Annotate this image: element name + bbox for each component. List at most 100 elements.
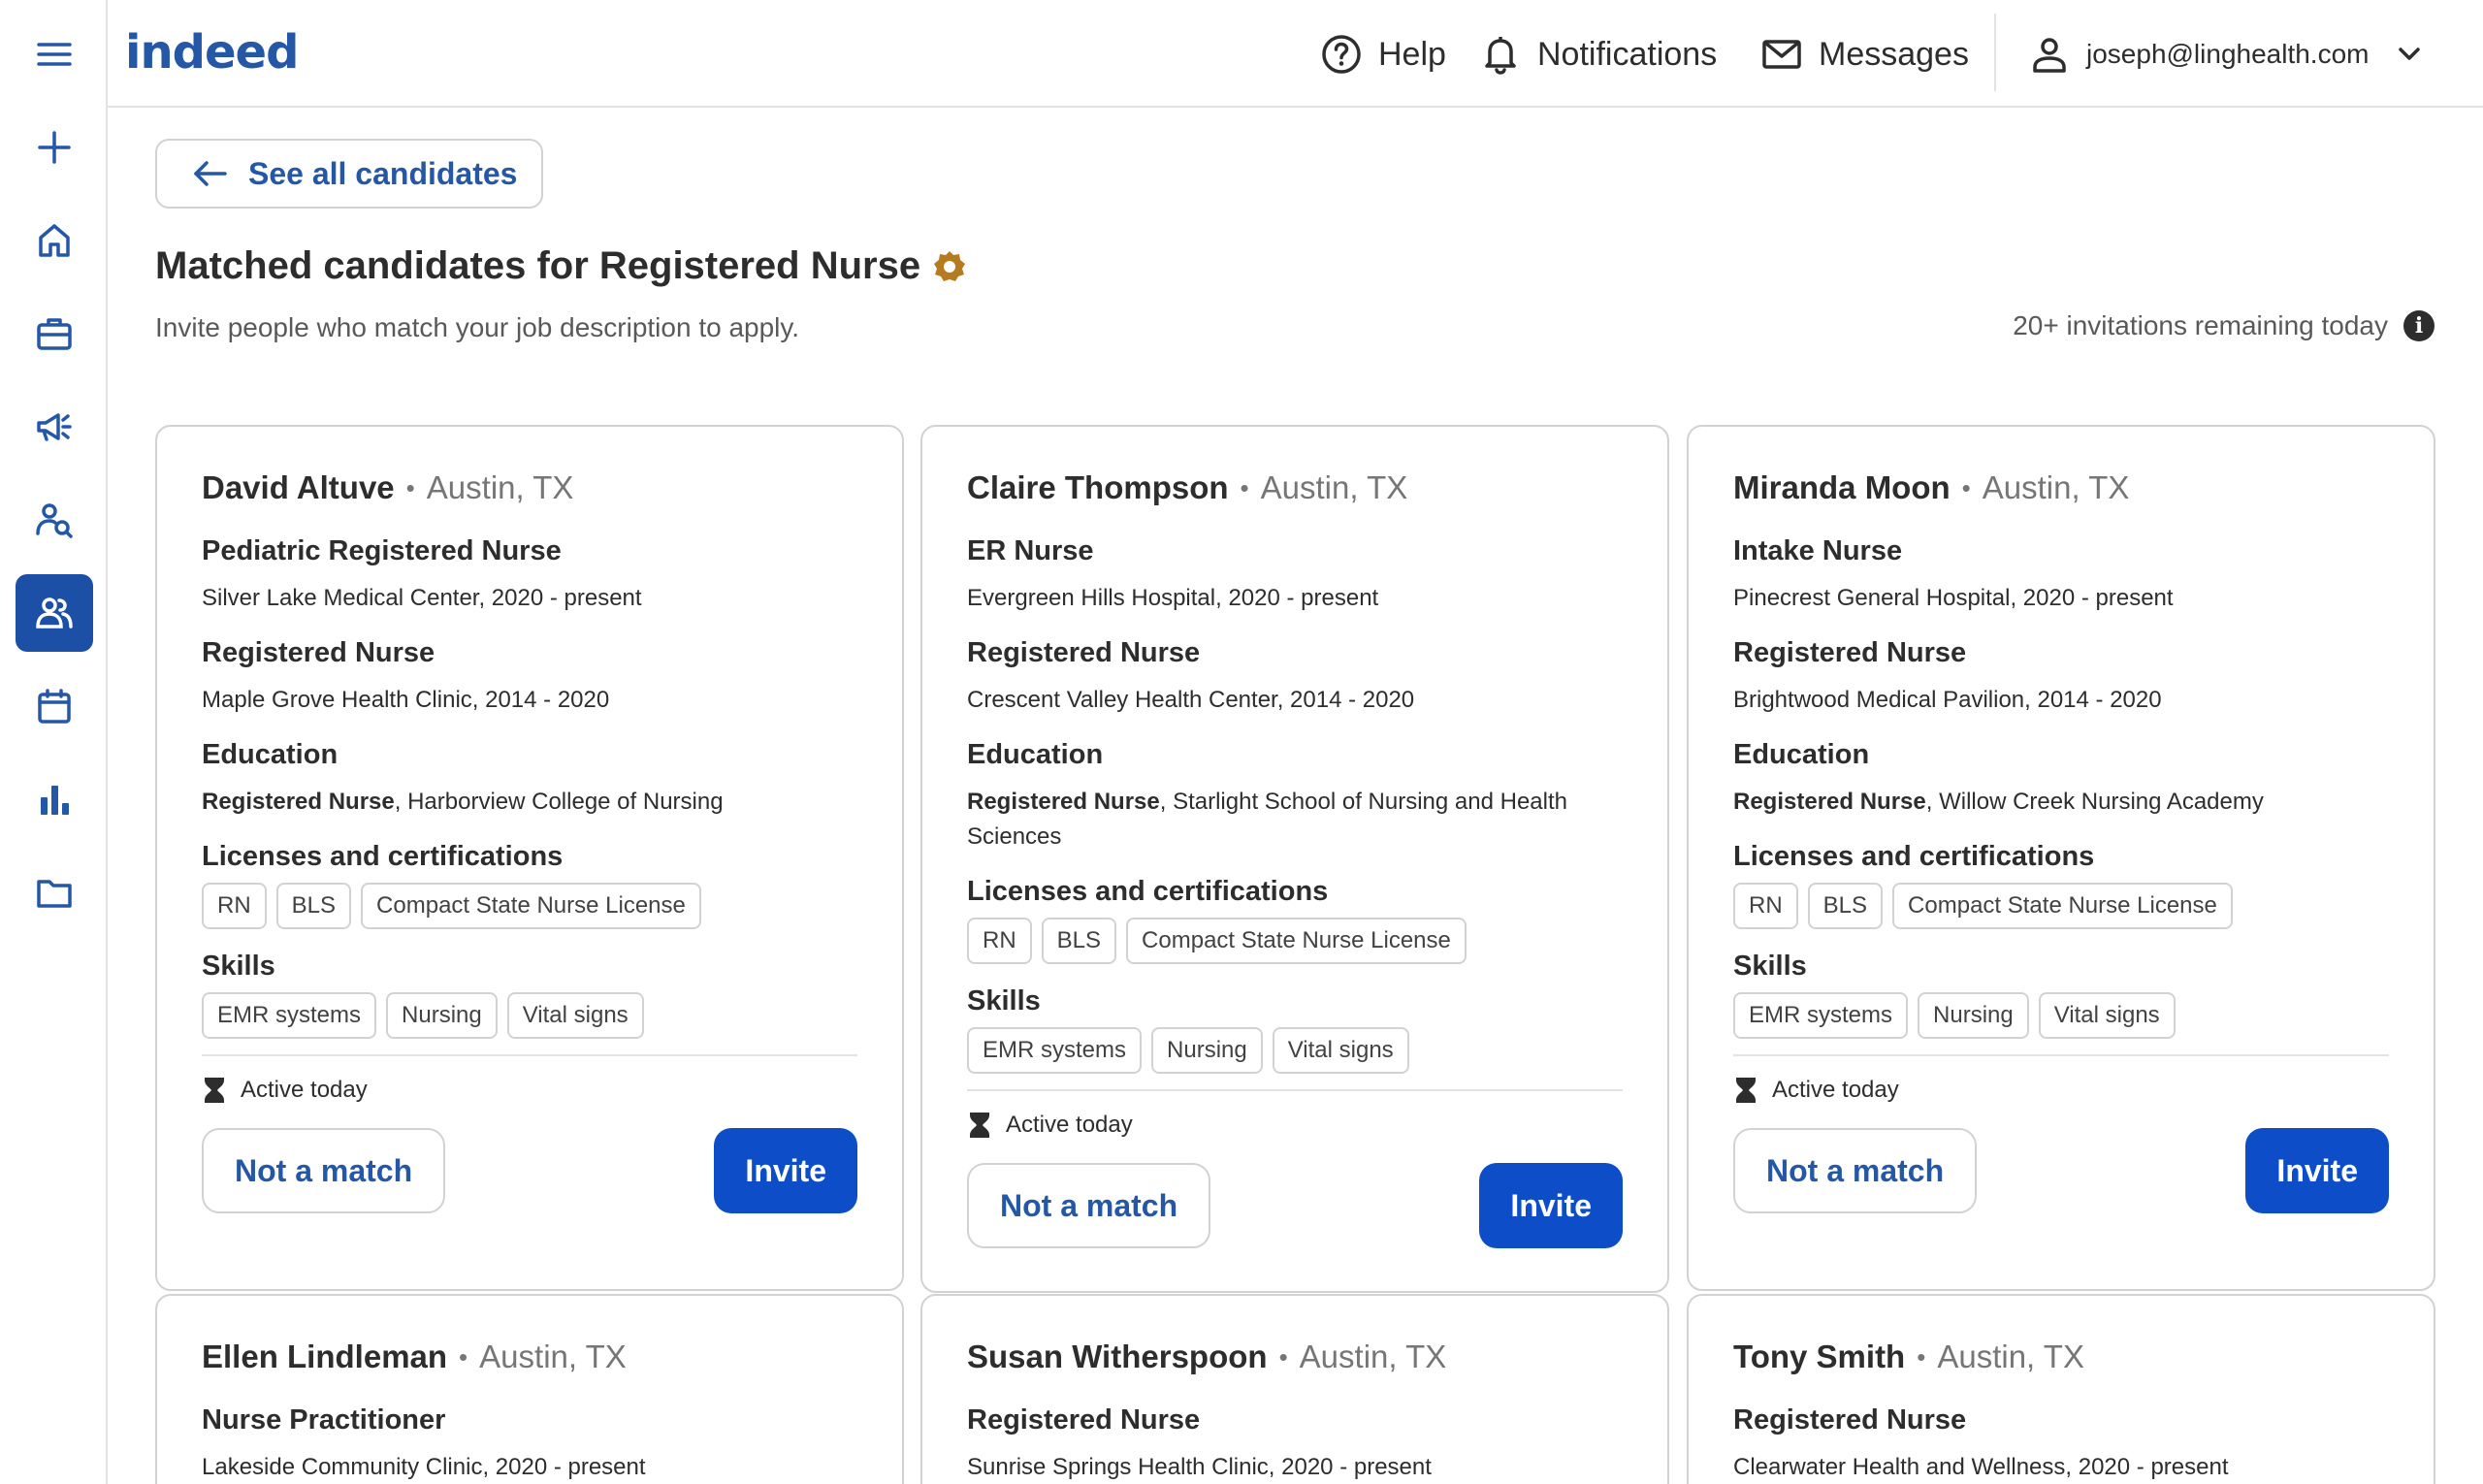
indeed-logo[interactable]: indeed: [125, 25, 299, 80]
licenses-heading: Licenses and certifications: [202, 841, 564, 872]
page-subtitle: Invite people who match your job descrip…: [155, 312, 800, 342]
license-tag: Compact State Nurse License: [1126, 918, 1467, 964]
job-title: Registered Nurse: [1733, 637, 1967, 668]
job-employer: Evergreen Hills Hospital, 2020 - present: [967, 585, 1379, 611]
candidate-location: Austin, TX: [426, 469, 574, 505]
candidate-name[interactable]: Tony Smith: [1733, 1339, 1905, 1375]
page-title: Matched candidates for Registered Nurse: [155, 244, 967, 288]
candidate-name[interactable]: Claire Thompson: [967, 469, 1229, 506]
skills-heading: Skills: [1733, 951, 1807, 982]
mail-icon: [1762, 40, 1801, 69]
help-icon: [1322, 35, 1361, 74]
sidebar-item-jobs[interactable]: [16, 295, 93, 372]
job-employer: Brightwood Medical Pavilion, 2014 - 2020: [1733, 687, 2162, 713]
job-title: Registered Nurse: [967, 1404, 1201, 1436]
account-menu[interactable]: joseph@linghealth.com: [2028, 27, 2425, 81]
candidate-header: Susan Witherspoon • Austin, TX: [967, 1339, 1623, 1375]
logo-text: indeed: [125, 25, 299, 80]
sidebar-item-campaigns[interactable]: [16, 388, 93, 466]
candidate-location: Austin, TX: [1299, 1339, 1447, 1374]
account-email: joseph@linghealth.com: [2086, 39, 2370, 69]
candidate-card: Miranda Moon • Austin, TX Intake Nurse P…: [1687, 425, 2435, 1291]
chevron-down-icon: [2399, 48, 2421, 60]
sidebar-item-home[interactable]: [16, 202, 93, 279]
sidebar-item-analytics[interactable]: [16, 760, 93, 838]
candidate-card: Tony Smith • Austin, TX Registered Nurse…: [1687, 1294, 2435, 1484]
candidate-header: Ellen Lindleman • Austin, TX: [202, 1339, 857, 1375]
candidate-name[interactable]: Ellen Lindleman: [202, 1339, 447, 1375]
sidebar-item-find-candidates[interactable]: [16, 481, 93, 559]
candidate-name[interactable]: David Altuve: [202, 469, 395, 506]
education-heading: Education: [202, 739, 339, 770]
sponsored-badge-icon: [934, 250, 966, 281]
skill-tag: Vital signs: [506, 992, 644, 1039]
licenses-tags: RN BLS Compact State Nurse License: [967, 918, 1623, 964]
activity-label: Active today: [1772, 1077, 1899, 1103]
candidate-location: Austin, TX: [1260, 469, 1408, 505]
messages-link[interactable]: Messages: [1760, 27, 1969, 81]
licenses-heading: Licenses and certifications: [967, 876, 1329, 907]
sidebar-item-interviews[interactable]: [16, 667, 93, 745]
skill-tag: Nursing: [386, 992, 498, 1039]
candidate-header: David Altuve • Austin, TX: [202, 469, 857, 506]
user-icon: [2033, 38, 2066, 73]
plus-icon: [38, 131, 71, 164]
candidate-card: Claire Thompson • Austin, TX ER Nurse Ev…: [920, 425, 1669, 1293]
candidate-location: Austin, TX: [1937, 1339, 2084, 1374]
skills-heading: Skills: [967, 985, 1041, 1016]
sidebar-nav: [0, 0, 108, 1484]
job-employer: Clearwater Health and Wellness, 2020 - p…: [1733, 1454, 2229, 1480]
job-title: ER Nurse: [967, 535, 1094, 566]
separator-dot: •: [1917, 1341, 1926, 1371]
candidate-location: Austin, TX: [1982, 469, 2130, 505]
notifications-label: Notifications: [1537, 35, 1718, 73]
license-tag: BLS: [1807, 883, 1884, 929]
sidebar-item-files[interactable]: [16, 854, 93, 931]
card-actions: Not a match Invite: [202, 1128, 857, 1289]
notifications-link[interactable]: Notifications: [1479, 27, 1717, 81]
candidate-name[interactable]: Susan Witherspoon: [967, 1339, 1268, 1375]
card-actions: Not a match Invite: [967, 1163, 1623, 1291]
skills-tags: EMR systems Nursing Vital signs: [1733, 992, 2389, 1039]
skill-tag: EMR systems: [1733, 992, 1909, 1039]
separator-dot: •: [459, 1341, 468, 1371]
invite-button[interactable]: Invite: [1479, 1163, 1623, 1248]
see-all-candidates-button[interactable]: See all candidates: [155, 139, 543, 209]
job-title: Registered Nurse: [967, 637, 1201, 668]
activity-status: Active today: [967, 1111, 1623, 1140]
candidate-name[interactable]: Miranda Moon: [1733, 469, 1951, 506]
job-title: Registered Nurse: [202, 637, 435, 668]
candidate-card: Ellen Lindleman • Austin, TX Nurse Pract…: [155, 1294, 904, 1484]
separator-dot: •: [1240, 472, 1249, 502]
skill-tag: EMR systems: [967, 1027, 1143, 1074]
not-a-match-button[interactable]: Not a match: [202, 1128, 446, 1213]
license-tag: RN: [202, 883, 267, 929]
education-degree: Registered Nurse: [1733, 789, 1926, 815]
create-button[interactable]: [16, 109, 93, 186]
search-person-icon: [36, 503, 73, 538]
menu-button[interactable]: [16, 16, 93, 93]
not-a-match-button[interactable]: Not a match: [967, 1163, 1211, 1248]
candidate-card: Susan Witherspoon • Austin, TX Registere…: [920, 1294, 1669, 1484]
job-title: Pediatric Registered Nurse: [202, 535, 562, 566]
skill-tag: Vital signs: [1272, 1027, 1409, 1074]
analytics-icon: [41, 786, 69, 815]
invite-button[interactable]: Invite: [2245, 1128, 2389, 1213]
invite-button[interactable]: Invite: [714, 1128, 857, 1213]
job-title: Intake Nurse: [1733, 535, 1903, 566]
help-link[interactable]: Help: [1320, 27, 1446, 81]
skills-tags: EMR systems Nursing Vital signs: [967, 1027, 1623, 1074]
info-icon[interactable]: i: [2403, 310, 2435, 341]
top-header: indeed Help Notifications Messages josep…: [108, 0, 2483, 108]
candidate-location: Austin, TX: [479, 1339, 627, 1374]
hourglass-icon: [205, 1078, 224, 1103]
candidate-header: Tony Smith • Austin, TX: [1733, 1339, 2389, 1375]
sidebar-item-candidates[interactable]: [16, 574, 93, 652]
education-entry: Registered Nurse, Harborview College of …: [202, 785, 857, 820]
candidates-icon: [36, 597, 73, 629]
licenses-heading: Licenses and certifications: [1733, 841, 2095, 872]
megaphone-icon: [37, 413, 72, 441]
job-employer: Silver Lake Medical Center, 2020 - prese…: [202, 585, 642, 611]
job-employer: Pinecrest General Hospital, 2020 - prese…: [1733, 585, 2174, 611]
not-a-match-button[interactable]: Not a match: [1733, 1128, 1978, 1213]
